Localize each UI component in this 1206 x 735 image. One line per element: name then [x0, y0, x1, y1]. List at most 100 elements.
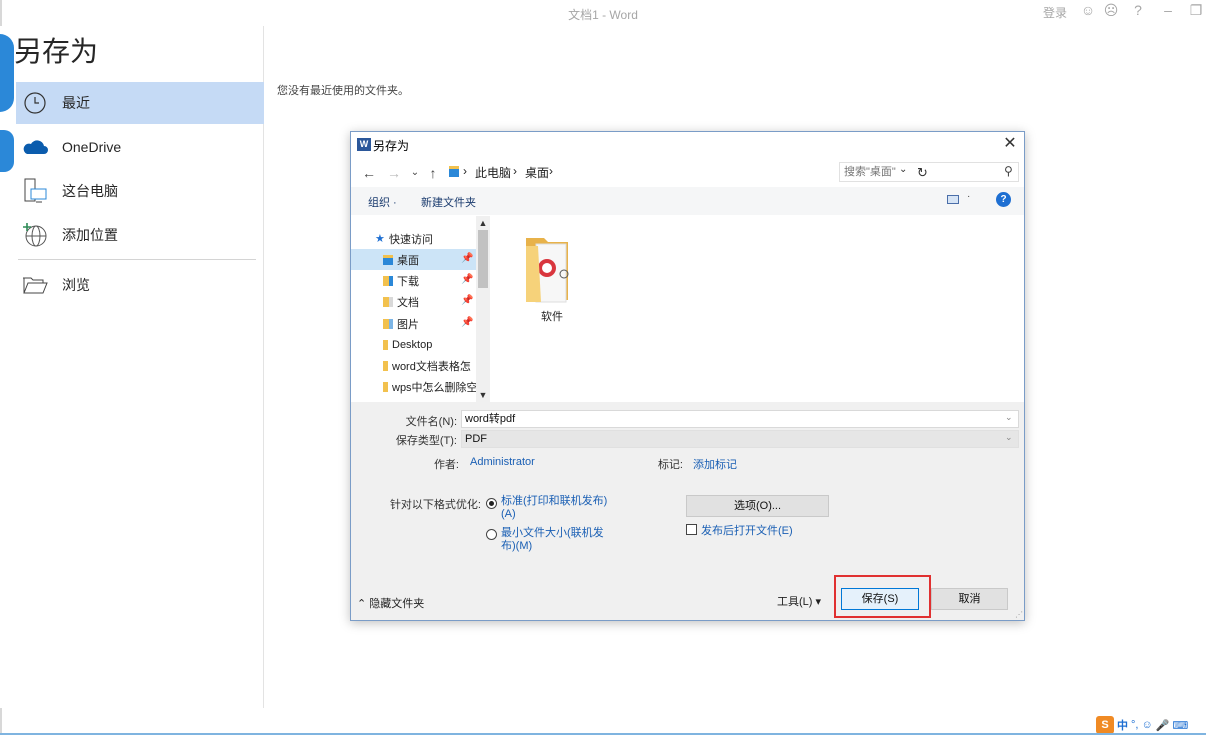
pin-icon[interactable]: 📌 [461, 295, 473, 306]
radio-minimum-size-label[interactable]: 最小文件大小(联机发布)(M) [501, 527, 611, 553]
nav-item-label: 这台电脑 [62, 183, 118, 199]
breadcrumb-desktop[interactable]: 桌面 [525, 164, 549, 181]
nav-item-this-pc[interactable]: 这台电脑 [16, 170, 264, 212]
view-dropdown-icon[interactable]: · [967, 191, 970, 202]
back-arrow-decoration-lower [0, 130, 14, 172]
ime-mode-label[interactable]: 中 [1117, 717, 1128, 733]
help-icon[interactable]: ? [1130, 2, 1146, 18]
nav-item-add-place[interactable]: 添加位置 [16, 214, 264, 256]
open-after-publish-label[interactable]: 发布后打开文件(E) [701, 522, 793, 538]
tree-item-folder[interactable]: word文档表格怎 [351, 355, 476, 376]
tags-label: 标记: [657, 459, 683, 471]
tree-item-quick-access[interactable]: ★ 快速访问 [351, 228, 476, 249]
desktop-folder-icon [383, 254, 393, 265]
filename-field[interactable]: word转pdf [461, 410, 1019, 428]
tree-item-label: 下载 [397, 275, 419, 288]
tree-item-documents[interactable]: 文档 📌 [351, 291, 476, 312]
nav-item-recent[interactable]: 最近 [16, 82, 264, 124]
dialog-title-bar[interactable]: W 另存为 ✕ [351, 132, 1024, 158]
filetype-dropdown-icon[interactable]: ⌄ [1005, 432, 1013, 443]
tree-item-downloads[interactable]: 下载 📌 [351, 270, 476, 291]
keyboard-icon[interactable]: ⌨ [1172, 719, 1188, 732]
folder-with-app-icon[interactable] [522, 230, 582, 306]
smile-icon[interactable]: ☺ [1080, 2, 1096, 18]
tree-item-desktop[interactable]: 桌面 📌 [351, 249, 476, 270]
tree-item-folder[interactable]: Desktop [351, 334, 476, 355]
no-recent-folders-message: 您没有最近使用的文件夹。 [277, 85, 409, 97]
new-folder-button[interactable]: 新建文件夹 [421, 194, 476, 210]
tree-item-label: 图片 [397, 318, 419, 331]
view-options-icon[interactable] [947, 195, 959, 204]
ime-toolbar[interactable]: S 中 °, ☺ 🎤 ⌨ [1096, 715, 1206, 735]
breadcrumb-this-pc[interactable]: 此电脑 [475, 164, 511, 181]
nav-item-label: 最近 [62, 95, 90, 111]
author-field[interactable]: Administrator [470, 456, 535, 468]
ime-logo[interactable]: S [1096, 716, 1114, 734]
folder-icon [383, 339, 388, 350]
nav-item-label: 添加位置 [62, 227, 118, 243]
options-button[interactable]: 选项(O)... [686, 495, 829, 517]
open-after-publish-checkbox[interactable] [686, 524, 697, 535]
word-app-icon: W [357, 138, 371, 151]
minimize-icon[interactable]: – [1160, 2, 1176, 18]
radio-standard-label[interactable]: 标准(打印和联机发布)(A) [501, 495, 611, 521]
filetype-label: 保存类型(T): [395, 435, 457, 447]
back-arrow-icon[interactable]: ← [361, 165, 377, 181]
filename-dropdown-icon[interactable]: ⌄ [1005, 412, 1013, 423]
chevron-up-icon: ⌃ [357, 598, 370, 610]
nav-item-label: OneDrive [62, 139, 122, 155]
tools-label: 工具(L) [777, 596, 813, 608]
folder-open-icon [20, 270, 50, 300]
tree-item-label: Desktop [392, 338, 433, 351]
navigation-pane: ★ 快速访问 桌面 📌 下载 📌 文档 📌 图片 📌 Desktop word文… [351, 216, 490, 402]
file-list: 软件 [492, 216, 1024, 402]
tags-field[interactable]: 添加标记 [693, 456, 737, 472]
radio-minimum-size[interactable] [486, 529, 497, 540]
pin-icon[interactable]: 📌 [461, 317, 473, 328]
tree-item-folder[interactable]: wps中怎么删除空 [351, 376, 476, 397]
dropdown-triangle-icon: ▾ [812, 596, 822, 608]
pin-icon[interactable]: 📌 [461, 274, 473, 285]
scroll-down-icon[interactable]: ▼ [476, 388, 490, 402]
address-row: ← → ⌄ ↑ › 此电脑 › 桌面 › ⌄ ↻ ⚲ [351, 160, 1024, 186]
radio-standard[interactable] [486, 498, 497, 509]
optimize-label: 针对以下格式优化: [389, 499, 481, 511]
punctuation-icon[interactable]: °, [1131, 719, 1138, 731]
pin-icon[interactable]: 📌 [461, 253, 473, 264]
filetype-select[interactable]: PDF [461, 430, 1019, 448]
tree-item-label: 桌面 [397, 254, 419, 267]
nav-item-browse[interactable]: 浏览 [16, 264, 264, 306]
tree-item-pictures[interactable]: 图片 📌 [351, 313, 476, 334]
cancel-button[interactable]: 取消 [931, 588, 1008, 610]
back-arrow-decoration[interactable] [0, 34, 14, 112]
nav-item-onedrive[interactable]: OneDrive [16, 126, 264, 168]
emoji-icon[interactable]: ☺ [1141, 719, 1152, 731]
tools-button[interactable]: 工具(L) ▾ [777, 593, 821, 609]
folder-icon [383, 381, 388, 392]
globe-add-icon [20, 220, 50, 250]
nav-divider [18, 259, 256, 260]
sign-in-link[interactable]: 登录 [1043, 4, 1067, 21]
resize-grip-icon[interactable]: ⋰ [1015, 610, 1023, 619]
save-button-highlight [834, 575, 931, 618]
hide-folders-button[interactable]: ⌃ 隐藏文件夹 [357, 595, 424, 611]
up-arrow-icon[interactable]: ↑ [425, 165, 441, 181]
chevron-down-icon[interactable]: ⌄ [407, 165, 423, 181]
scrollbar-thumb[interactable] [478, 230, 488, 288]
microphone-icon[interactable]: 🎤 [1156, 719, 1170, 732]
star-icon: ★ [375, 232, 385, 245]
search-icon[interactable]: ⚲ [1004, 164, 1013, 178]
search-box[interactable]: ⚲ [839, 162, 1019, 182]
tree-item-label: 文档 [397, 296, 419, 309]
navigation-scrollbar[interactable]: ▲ ▼ [476, 216, 490, 402]
address-bar[interactable]: › 此电脑 › 桌面 › ⌄ ↻ [445, 162, 928, 182]
scroll-up-icon[interactable]: ▲ [476, 216, 490, 230]
forward-arrow-icon[interactable]: → [386, 165, 402, 181]
search-input[interactable] [844, 164, 994, 180]
file-item-label[interactable]: 软件 [522, 308, 582, 324]
frown-icon[interactable]: ☹ [1103, 2, 1119, 18]
restore-icon[interactable]: ❐ [1188, 2, 1204, 18]
help-icon[interactable]: ? [996, 192, 1011, 207]
close-icon[interactable]: ✕ [1001, 135, 1019, 153]
organize-button[interactable]: 组织 · [368, 194, 397, 210]
